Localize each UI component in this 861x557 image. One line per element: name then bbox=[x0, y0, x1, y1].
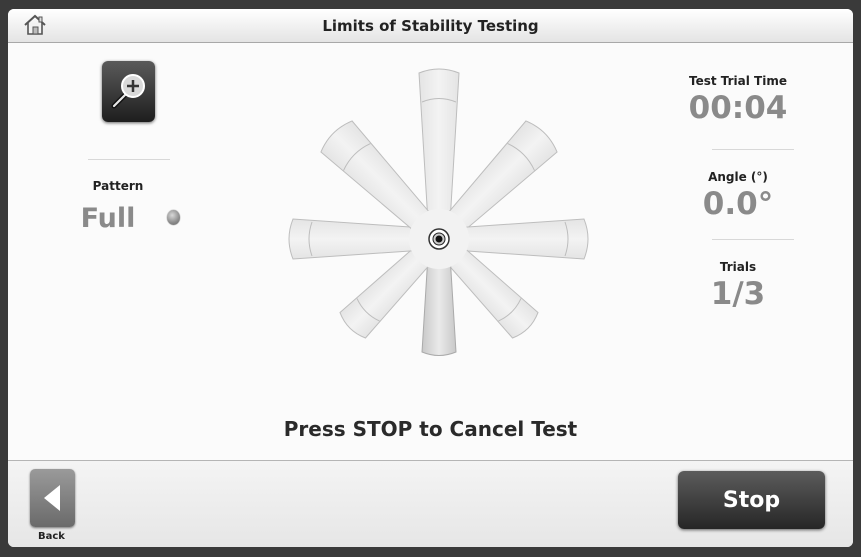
angle-value: 0.0° bbox=[702, 186, 774, 222]
trials-value: 1/3 bbox=[710, 276, 766, 312]
angle-label: Angle (°) bbox=[708, 170, 768, 184]
page-title: Limits of Stability Testing bbox=[322, 17, 539, 35]
pattern-value: Full bbox=[80, 203, 136, 234]
trials-label: Trials bbox=[719, 260, 757, 274]
footer-bar: Back Stop bbox=[8, 460, 853, 547]
right-divider-2 bbox=[712, 239, 794, 240]
pattern-indicator[interactable] bbox=[167, 210, 180, 225]
zoom-in-icon bbox=[111, 74, 145, 109]
title-bar: Limits of Stability Testing bbox=[8, 9, 853, 43]
cursor-icon bbox=[428, 228, 450, 250]
app-window: Limits of Stability Testing Pattern Full bbox=[8, 9, 853, 547]
zoom-button[interactable] bbox=[102, 61, 155, 122]
pattern-label: Pattern bbox=[92, 179, 144, 193]
back-button[interactable] bbox=[30, 469, 75, 527]
stop-button[interactable]: Stop bbox=[678, 471, 825, 529]
left-divider bbox=[88, 159, 170, 160]
right-divider-1 bbox=[712, 149, 794, 150]
trial-time-label: Test Trial Time bbox=[688, 74, 787, 88]
instruction-text: Press STOP to Cancel Test bbox=[283, 417, 578, 441]
stability-target-pattern bbox=[288, 68, 589, 356]
trial-time-value: 00:04 bbox=[688, 90, 788, 126]
back-arrow-icon bbox=[44, 485, 60, 511]
back-label: Back bbox=[38, 531, 65, 542]
